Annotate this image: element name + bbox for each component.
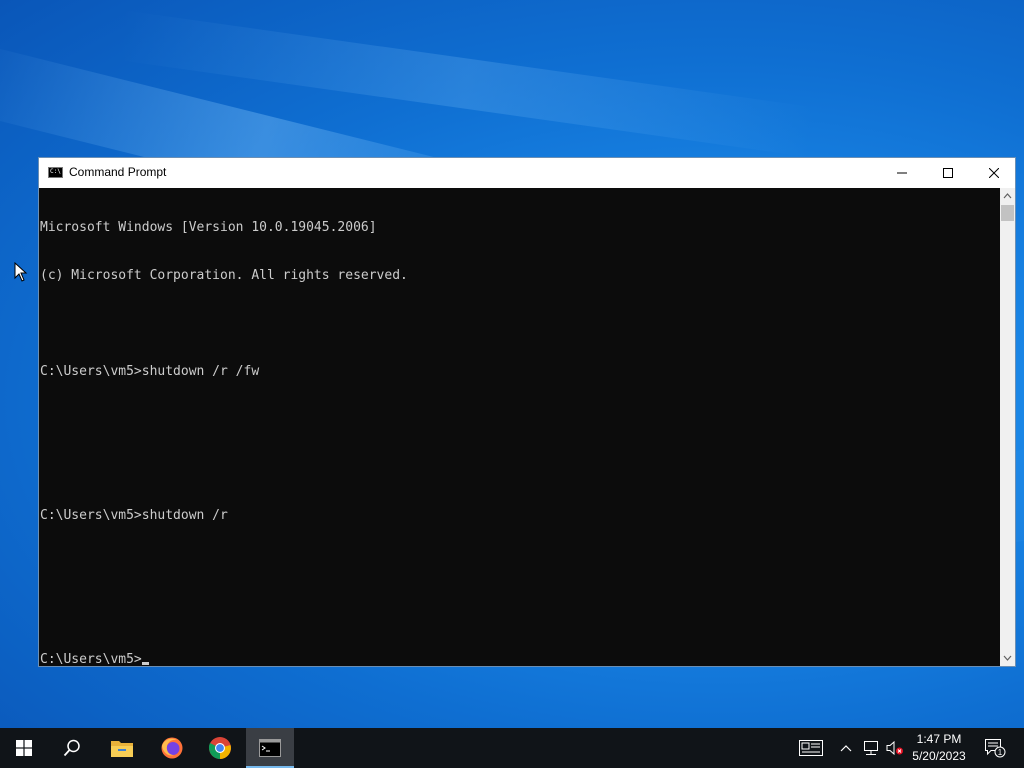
console-line: C:\Users\vm5>shutdown /r: [40, 508, 228, 523]
volume-button[interactable]: [884, 728, 906, 768]
taskbar-file-explorer[interactable]: [98, 728, 146, 768]
chrome-icon: [208, 737, 231, 759]
search-icon: [63, 739, 80, 757]
chevron-up-icon: [1003, 193, 1012, 199]
command-prompt-window[interactable]: C:\ Command Prompt Microsoft Windows [Ve…: [38, 157, 1016, 667]
taskbar: 1:47 PM 5/20/2023 1: [0, 728, 1024, 768]
maximize-icon: [943, 168, 953, 178]
minimize-button[interactable]: [879, 158, 925, 188]
chevron-down-icon: [1003, 655, 1012, 661]
action-center-button[interactable]: 1: [980, 728, 1010, 768]
close-button[interactable]: [971, 158, 1017, 188]
start-icon: [16, 740, 32, 756]
show-hidden-icons-button[interactable]: [836, 728, 856, 768]
console-line: (c) Microsoft Corporation. All rights re…: [40, 268, 408, 283]
text-cursor: [141, 662, 149, 665]
desktop[interactable]: C:\ Command Prompt Microsoft Windows [Ve…: [0, 0, 1024, 728]
title-bar[interactable]: C:\ Command Prompt: [39, 158, 1015, 188]
clock-time: 1:47 PM: [916, 732, 962, 746]
scroll-down-button[interactable]: [1000, 650, 1015, 666]
chevron-up-icon: [840, 745, 852, 752]
close-icon: [989, 168, 999, 178]
console-prompt: C:\Users\vm5>: [40, 652, 142, 666]
search-button[interactable]: [48, 728, 96, 768]
volume-muted-icon: [886, 740, 903, 756]
taskbar-command-prompt[interactable]: [246, 728, 294, 768]
mouse-cursor-icon: [14, 262, 28, 282]
notification-count: 1: [998, 748, 1003, 757]
news-widget-icon: [799, 740, 823, 756]
vertical-scrollbar[interactable]: [1000, 188, 1015, 666]
scroll-up-button[interactable]: [1000, 188, 1015, 204]
clock-date: 5/20/2023: [912, 749, 966, 763]
taskbar-firefox[interactable]: [148, 728, 196, 768]
clock[interactable]: 1:47 PM 5/20/2023: [906, 731, 972, 765]
minimize-icon: [897, 172, 907, 174]
cmd-icon: [259, 739, 281, 757]
start-button[interactable]: [0, 728, 48, 768]
network-button[interactable]: [860, 728, 882, 768]
console-line: C:\Users\vm5>shutdown /r /fw: [40, 364, 260, 379]
console-prompt-line[interactable]: C:\Users\vm5>: [39, 652, 999, 666]
console-line: Microsoft Windows [Version 10.0.19045.20…: [40, 220, 377, 235]
scrollbar-thumb[interactable]: [1001, 205, 1014, 221]
file-explorer-icon: [111, 741, 133, 757]
firefox-icon: [161, 737, 183, 759]
network-icon: [864, 741, 878, 755]
maximize-button[interactable]: [925, 158, 971, 188]
console-output[interactable]: Microsoft Windows [Version 10.0.19045.20…: [39, 188, 999, 666]
news-widget-button[interactable]: [796, 728, 826, 768]
cmd-icon: C:\: [48, 167, 63, 178]
window-title: Command Prompt: [69, 165, 167, 179]
notification-icon: 1: [985, 739, 1006, 758]
taskbar-chrome[interactable]: [196, 728, 244, 768]
